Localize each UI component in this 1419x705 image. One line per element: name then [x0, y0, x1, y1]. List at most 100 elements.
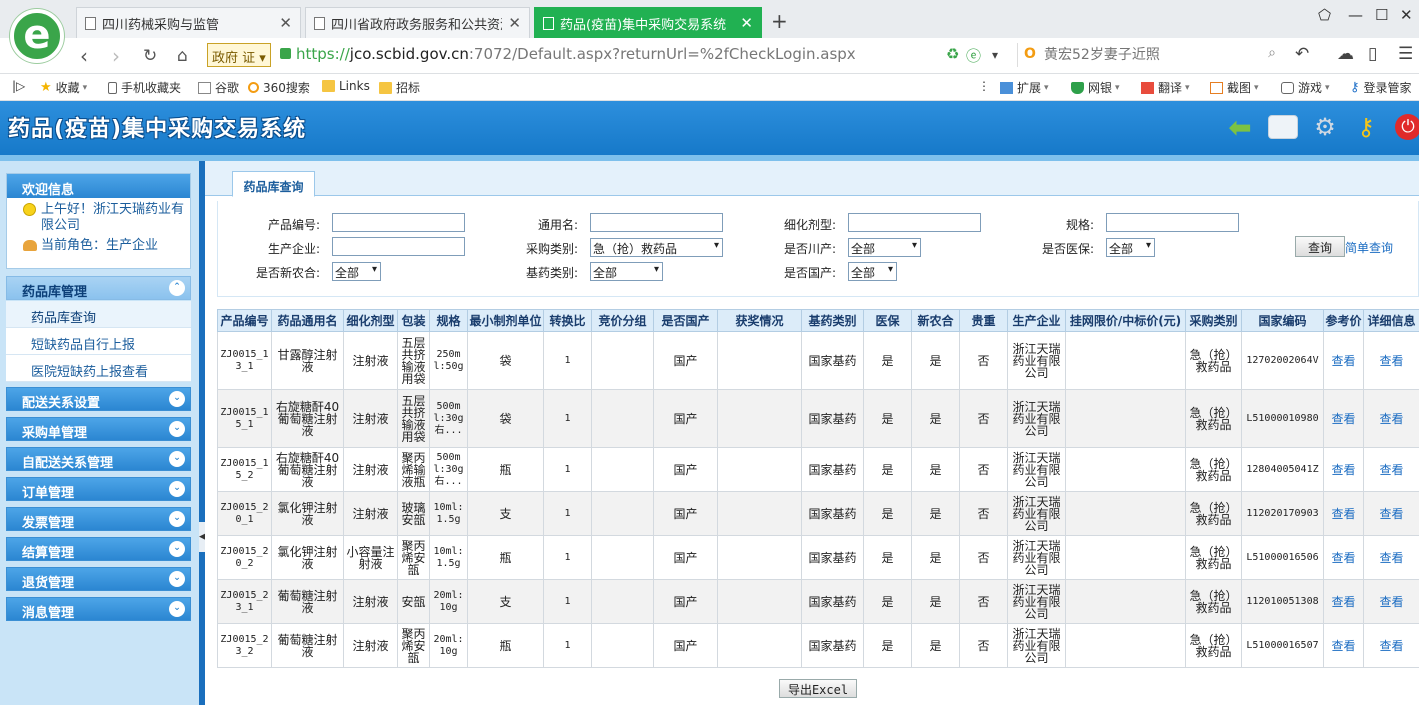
close-icon[interactable]: ✕: [508, 14, 521, 32]
forward-icon[interactable]: ›: [112, 44, 120, 68]
generic-name-input[interactable]: [590, 213, 723, 232]
view-detail-link[interactable]: 查看: [1363, 389, 1419, 448]
power-icon[interactable]: ⏻: [1395, 114, 1419, 140]
home-icon[interactable]: ⌂: [177, 46, 188, 66]
expand-icon[interactable]: ⌄: [169, 481, 185, 497]
more-icon[interactable]: ⋮: [978, 79, 990, 93]
expand-icon[interactable]: ⌄: [169, 541, 185, 557]
url-field[interactable]: https://jco.scbid.gov.cn:7072/Default.as…: [296, 45, 856, 63]
bookmark-google[interactable]: 谷歌: [198, 79, 239, 96]
recycle-icon[interactable]: ♻: [946, 45, 959, 63]
menu-item-drug-query[interactable]: 药品库查询: [6, 301, 191, 328]
skin-icon[interactable]: ⬠: [1318, 6, 1331, 24]
tool-translate[interactable]: 翻译 ▾: [1141, 79, 1190, 96]
browser-tab-label: 药品(疫苗)集中采购交易系统: [560, 17, 727, 33]
key-icon[interactable]: ⚷: [1350, 111, 1382, 143]
view-detail-link[interactable]: 查看: [1363, 579, 1419, 624]
view-detail-link[interactable]: 查看: [1363, 623, 1419, 668]
tab-drug-query[interactable]: 药品库查询: [232, 171, 315, 197]
view-detail-link[interactable]: 查看: [1363, 491, 1419, 536]
tool-games[interactable]: 游戏 ▾: [1281, 79, 1330, 96]
tool-screenshot[interactable]: 截图 ▾: [1210, 79, 1259, 96]
bookmark-links[interactable]: Links: [322, 79, 370, 93]
export-excel-button[interactable]: 导出Excel: [779, 679, 857, 698]
sidebar-toggle-icon[interactable]: |▷: [12, 79, 25, 93]
view-reference-price-link[interactable]: 查看: [1323, 331, 1364, 390]
maximize-icon[interactable]: ☐: [1375, 6, 1388, 24]
view-reference-price-link[interactable]: 查看: [1323, 623, 1364, 668]
undo-icon[interactable]: ↶: [1295, 44, 1309, 64]
menu-returns[interactable]: 退货管理 ⌄: [6, 567, 191, 591]
view-reference-price-link[interactable]: 查看: [1323, 535, 1364, 580]
view-detail-link[interactable]: 查看: [1363, 447, 1419, 492]
menu-invoices[interactable]: 发票管理 ⌄: [6, 507, 191, 531]
view-detail-link[interactable]: 查看: [1363, 535, 1419, 580]
ie-compat-icon[interactable]: ⓔ: [966, 45, 981, 66]
bookmark-mobile[interactable]: 手机收藏夹: [108, 79, 181, 96]
window-close-icon[interactable]: ✕: [1400, 6, 1413, 24]
sichuan-select[interactable]: 全部 ▾: [848, 238, 921, 257]
browser-logo-icon[interactable]: e: [10, 9, 64, 63]
browser-tab-3[interactable]: 药品(疫苗)集中采购交易系统 ✕: [534, 7, 762, 38]
menu-item-shortage-report[interactable]: 短缺药品自行上报: [6, 328, 191, 355]
menu-item-hospital-shortage[interactable]: 医院短缺药上报查看: [6, 355, 191, 382]
dosage-form-input[interactable]: [848, 213, 981, 232]
bookmark-favorites[interactable]: ★ 收藏 ▾: [40, 79, 87, 96]
spec-input[interactable]: [1106, 213, 1239, 232]
mobile-icon[interactable]: ▯: [1368, 44, 1377, 64]
monitor-add-icon[interactable]: [1268, 115, 1298, 139]
view-reference-price-link[interactable]: 查看: [1323, 579, 1364, 624]
expand-icon[interactable]: ⌄: [169, 421, 185, 437]
browser-tab-2[interactable]: 四川省政府政务服务和公共资源交易服务中心 ✕: [305, 7, 530, 38]
query-button[interactable]: 查询: [1295, 236, 1345, 257]
minimize-icon[interactable]: —: [1348, 6, 1363, 24]
menu-self-delivery[interactable]: 自配送关系管理 ⌄: [6, 447, 191, 471]
simple-query-link[interactable]: 简单查询: [1345, 239, 1393, 256]
collapse-icon[interactable]: ⌃: [169, 280, 185, 296]
table-cell: 浙江天瑞药业有限公司: [1007, 623, 1066, 668]
tool-login-manager[interactable]: ⚷ 登录管家: [1350, 79, 1412, 96]
back-arrow-icon[interactable]: ⬅: [1224, 111, 1256, 144]
search-input[interactable]: [1044, 45, 1254, 65]
back-icon[interactable]: ‹: [80, 44, 88, 68]
view-detail-link[interactable]: 查看: [1363, 331, 1419, 390]
expand-icon[interactable]: ⌄: [169, 391, 185, 407]
new-tab-icon[interactable]: +: [771, 9, 788, 33]
menu-icon[interactable]: ☰: [1398, 44, 1413, 64]
view-reference-price-link[interactable]: 查看: [1323, 447, 1364, 492]
close-icon[interactable]: ✕: [740, 14, 753, 32]
close-icon[interactable]: ✕: [279, 14, 292, 32]
gear-icon[interactable]: ⚙: [1309, 111, 1341, 143]
cloud-icon[interactable]: ☁: [1337, 44, 1354, 64]
menu-drug-library[interactable]: 药品库管理 ⌃: [6, 276, 191, 300]
menu-messages[interactable]: 消息管理 ⌄: [6, 597, 191, 621]
gov-site-badge[interactable]: 政府 证 ▾: [207, 43, 271, 67]
expand-icon[interactable]: ⌄: [169, 511, 185, 527]
domestic-select[interactable]: 全部 ▾: [848, 262, 897, 281]
purchase-type-select[interactable]: 急（抢）救药品 ▾: [590, 238, 723, 257]
tool-extensions[interactable]: 扩展 ▾: [1000, 79, 1049, 96]
menu-settlement[interactable]: 结算管理 ⌄: [6, 537, 191, 561]
menu-delivery[interactable]: 配送关系设置 ⌄: [6, 387, 191, 411]
search-icon[interactable]: ⌕: [1268, 45, 1276, 61]
expand-icon[interactable]: ⌄: [169, 451, 185, 467]
tool-ebank[interactable]: 网银 ▾: [1071, 79, 1120, 96]
ncms-select[interactable]: 全部 ▾: [332, 262, 381, 281]
bookmark-360[interactable]: 360搜索: [248, 79, 310, 96]
manufacturer-input[interactable]: [332, 237, 465, 256]
bookmark-tender[interactable]: 招标: [379, 79, 420, 96]
expand-icon[interactable]: ⌄: [169, 571, 185, 587]
insurance-select[interactable]: 全部 ▾: [1106, 238, 1155, 257]
essential-select[interactable]: 全部 ▾: [590, 262, 663, 281]
menu-purchase-orders[interactable]: 采购单管理 ⌄: [6, 417, 191, 441]
view-reference-price-link[interactable]: 查看: [1323, 389, 1364, 448]
browser-tab-1[interactable]: 四川药械采购与监管 ✕: [76, 7, 301, 38]
lock-icon[interactable]: [280, 48, 291, 59]
product-code-input[interactable]: [332, 213, 465, 232]
search-engine-icon[interactable]: O: [1024, 46, 1036, 62]
menu-orders[interactable]: 订单管理 ⌄: [6, 477, 191, 501]
reload-icon[interactable]: ↻: [143, 46, 157, 66]
expand-icon[interactable]: ⌄: [169, 601, 185, 617]
view-reference-price-link[interactable]: 查看: [1323, 491, 1364, 536]
chevron-down-icon[interactable]: ▾: [992, 48, 998, 62]
